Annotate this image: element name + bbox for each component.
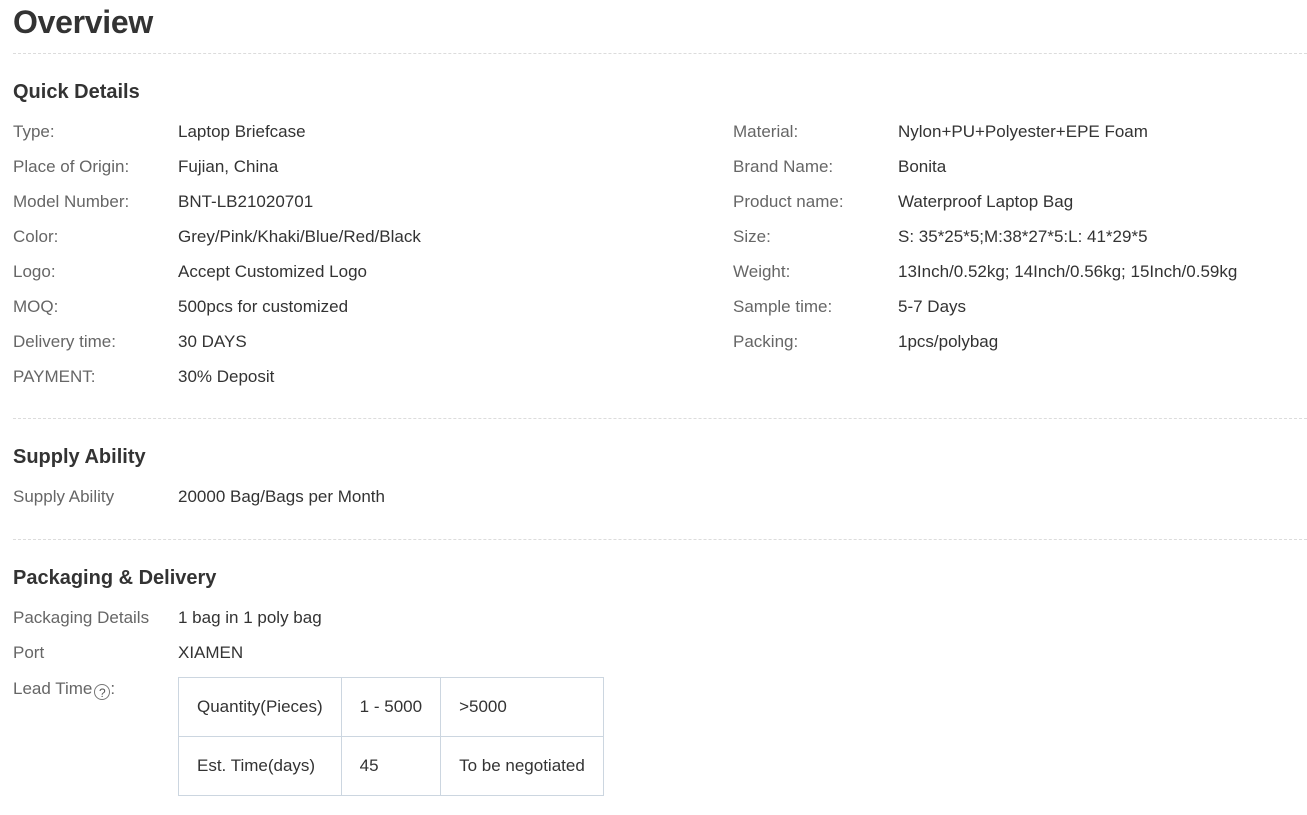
detail-label: Delivery time: — [13, 332, 116, 351]
detail-label: Weight: — [733, 262, 791, 281]
help-icon[interactable]: ? — [94, 684, 111, 700]
detail-label: Sample time: — [733, 297, 833, 316]
detail-label: Type: — [13, 122, 55, 141]
packaging-delivery-heading: Packaging & Delivery — [13, 567, 217, 589]
detail-value: S: 35*25*5;M:38*27*5:L: 41*29*5 — [898, 227, 1148, 246]
detail-label: PAYMENT: — [13, 367, 96, 386]
detail-label: Supply Ability — [13, 487, 115, 506]
lead-time-colon: : — [110, 679, 116, 698]
table-cell: To be negotiated — [440, 736, 604, 796]
lead-time-table: Quantity(Pieces) 1 - 5000 >5000 Est. Tim… — [178, 677, 604, 796]
detail-label: Packing: — [733, 332, 799, 351]
detail-label: Logo: — [13, 262, 56, 281]
table-cell: Est. Time(days) — [178, 736, 342, 796]
detail-value: 5-7 Days — [898, 297, 967, 316]
detail-label: Brand Name: — [733, 157, 834, 176]
detail-value: 1pcs/polybag — [898, 332, 999, 351]
table-cell: 1 - 5000 — [340, 677, 442, 737]
detail-label: Lead Time?: — [13, 677, 115, 701]
detail-label: Packaging Details — [13, 608, 150, 627]
detail-label: Product name: — [733, 192, 844, 211]
detail-value: Grey/Pink/Khaki/Blue/Red/Black — [178, 227, 421, 246]
detail-label: Size: — [733, 227, 771, 246]
detail-value: Accept Customized Logo — [178, 262, 367, 281]
detail-value: Bonita — [898, 157, 947, 176]
table-row: Est. Time(days) 45 To be negotiated — [178, 736, 604, 796]
quick-details-heading: Quick Details — [13, 81, 140, 103]
detail-value: XIAMEN — [178, 643, 244, 662]
table-cell: >5000 — [440, 677, 604, 737]
detail-label: Place of Origin: — [13, 157, 130, 176]
detail-value: 500pcs for customized — [178, 297, 349, 316]
detail-value: 1 bag in 1 poly bag — [178, 608, 322, 627]
detail-value: BNT-LB21020701 — [178, 192, 314, 211]
page-title: Overview — [13, 4, 153, 40]
detail-value: Laptop Briefcase — [178, 122, 306, 141]
divider — [13, 418, 1307, 419]
detail-label: Color: — [13, 227, 59, 246]
detail-value: Fujian, China — [178, 157, 279, 176]
lead-time-label: Lead Time — [13, 679, 93, 698]
detail-label: MOQ: — [13, 297, 59, 316]
supply-ability-heading: Supply Ability — [13, 446, 146, 468]
detail-value: Nylon+PU+Polyester+EPE Foam — [898, 122, 1148, 141]
detail-label: Port — [13, 643, 45, 662]
divider — [13, 539, 1307, 540]
divider — [13, 53, 1307, 54]
table-cell: Quantity(Pieces) — [178, 677, 342, 737]
detail-value: 13Inch/0.52kg; 14Inch/0.56kg; 15Inch/0.5… — [898, 262, 1238, 281]
detail-value: 30 DAYS — [178, 332, 247, 351]
detail-value: 20000 Bag/Bags per Month — [178, 487, 385, 506]
detail-value: 30% Deposit — [178, 367, 275, 386]
detail-label: Material: — [733, 122, 799, 141]
table-row: Quantity(Pieces) 1 - 5000 >5000 — [178, 677, 604, 737]
detail-label: Model Number: — [13, 192, 130, 211]
table-cell: 45 — [340, 736, 442, 796]
detail-value: Waterproof Laptop Bag — [898, 192, 1074, 211]
